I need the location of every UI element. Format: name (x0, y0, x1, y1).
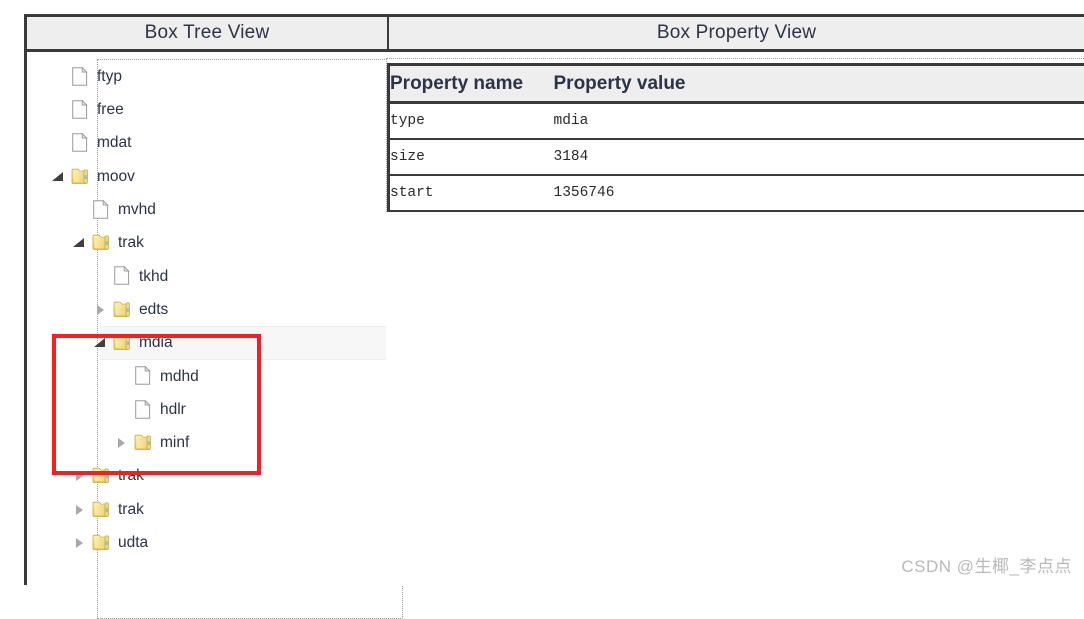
tree-node-content: mdat (27, 127, 131, 160)
table-row[interactable]: typemdia (389, 103, 1084, 139)
tree-node-content: tkhd (27, 260, 168, 293)
box-tree-list[interactable]: ftyp free mdat moov mvhd trak tkhd edts mdia mdhd… (27, 60, 379, 559)
tree-node-label: ftyp (97, 69, 122, 85)
property-panel-header: Box Property View (389, 17, 1084, 49)
tree-node-content: udta (27, 526, 148, 559)
folder-icon (90, 232, 112, 254)
tree-node-label: trak (118, 235, 144, 251)
twisty-spacer (49, 133, 69, 153)
tree-node-mdia[interactable]: mdia (100, 326, 403, 359)
property-name-cell: start (389, 175, 554, 211)
tree-node-edts[interactable]: edts (27, 293, 379, 326)
folder-icon (111, 332, 133, 354)
tree-node-trak[interactable]: trak (27, 460, 379, 493)
twisty-spacer (49, 100, 69, 120)
tree-node-content: mdhd (27, 360, 199, 393)
tree-node-label: hdlr (160, 402, 186, 418)
panel-headers: Box Tree View Box Property View (24, 14, 1084, 52)
tree-node-moov[interactable]: moov (27, 160, 379, 193)
tree-node-content: trak (27, 493, 144, 526)
tree-node-label: mvhd (118, 202, 156, 218)
tree-node-label: udta (118, 535, 148, 551)
column-header-property-name[interactable]: Property name (389, 65, 554, 103)
tree-node-content: minf (27, 426, 189, 459)
twisty-spacer (91, 266, 111, 286)
tree-node-content: mdia (27, 327, 173, 358)
tree-node-hdlr[interactable]: hdlr (27, 393, 379, 426)
tree-panel-title: Box Tree View (145, 22, 270, 44)
tree-node-content: free (27, 93, 124, 126)
tree-node-label: mdhd (160, 369, 199, 385)
tree-node-free[interactable]: free (27, 93, 379, 126)
tree-node-label: edts (139, 302, 168, 318)
column-header-property-value[interactable]: Property value (554, 65, 1084, 103)
chevron-right-icon[interactable] (70, 466, 90, 486)
tree-node-trak[interactable]: trak (27, 226, 379, 259)
tree-node-label: trak (118, 468, 144, 484)
chevron-down-icon[interactable] (70, 233, 90, 253)
file-icon (132, 365, 154, 387)
chevron-down-icon[interactable] (91, 333, 111, 353)
tree-node-label: minf (160, 435, 189, 451)
tree-node-mdhd[interactable]: mdhd (27, 360, 379, 393)
tree-node-udta[interactable]: udta (27, 526, 379, 559)
tree-node-mvhd[interactable]: mvhd (27, 193, 379, 226)
folder-icon (90, 532, 112, 554)
tree-node-ftyp[interactable]: ftyp (27, 60, 379, 93)
tree-node-tkhd[interactable]: tkhd (27, 260, 379, 293)
box-property-panel: Property name Property value typemdiasiz… (386, 52, 1084, 585)
property-table: Property name Property value typemdiasiz… (387, 63, 1084, 212)
tree-node-content: mvhd (27, 193, 156, 226)
tree-node-content: moov (27, 160, 135, 193)
twisty-spacer (70, 200, 90, 220)
tree-node-content: trak (27, 226, 144, 259)
twisty-spacer (112, 366, 132, 386)
file-icon (69, 99, 91, 121)
file-icon (90, 199, 112, 221)
folder-icon (90, 465, 112, 487)
tree-node-label: tkhd (139, 269, 168, 285)
tree-node-label: trak (118, 502, 144, 518)
tree-panel-header: Box Tree View (27, 17, 389, 49)
property-value-cell: mdia (554, 103, 1084, 139)
tree-node-mdat[interactable]: mdat (27, 127, 379, 160)
tree-node-minf[interactable]: minf (27, 426, 379, 459)
tree-node-label: mdia (139, 335, 173, 351)
tree-node-label: moov (97, 169, 135, 185)
folder-icon (111, 299, 133, 321)
file-icon (111, 265, 133, 287)
tree-node-content: edts (27, 293, 168, 326)
chevron-right-icon[interactable] (70, 500, 90, 520)
tree-node-label: mdat (97, 135, 131, 151)
tree-node-label: free (97, 102, 124, 118)
table-row[interactable]: start1356746 (389, 175, 1084, 211)
twisty-spacer (112, 400, 132, 420)
file-icon (69, 66, 91, 88)
property-name-cell: type (389, 103, 554, 139)
box-tree-panel[interactable]: ftyp free mdat moov mvhd trak tkhd edts mdia mdhd… (24, 52, 386, 585)
watermark-text: CSDN @生椰_李点点 (901, 552, 1072, 577)
tree-node-content: ftyp (27, 60, 122, 93)
tree-node-content: trak (27, 460, 144, 493)
file-icon (69, 132, 91, 154)
chevron-down-icon[interactable] (49, 167, 69, 187)
table-row[interactable]: size3184 (389, 139, 1084, 175)
chevron-right-icon[interactable] (70, 533, 90, 553)
property-name-cell: size (389, 139, 554, 175)
folder-icon (132, 432, 154, 454)
property-value-cell: 3184 (554, 139, 1084, 175)
chevron-right-icon[interactable] (112, 433, 132, 453)
chevron-right-icon[interactable] (91, 300, 111, 320)
folder-icon (90, 499, 112, 521)
property-panel-title: Box Property View (657, 22, 816, 44)
box-inspector-window: Box Tree View Box Property View ftyp free… (0, 0, 1084, 585)
property-value-cell: 1356746 (554, 175, 1084, 211)
property-table-header-row: Property name Property value (389, 65, 1084, 103)
tree-node-trak[interactable]: trak (27, 493, 379, 526)
tree-node-content: hdlr (27, 393, 186, 426)
twisty-spacer (49, 67, 69, 87)
folder-icon (69, 166, 91, 188)
file-icon (132, 399, 154, 421)
